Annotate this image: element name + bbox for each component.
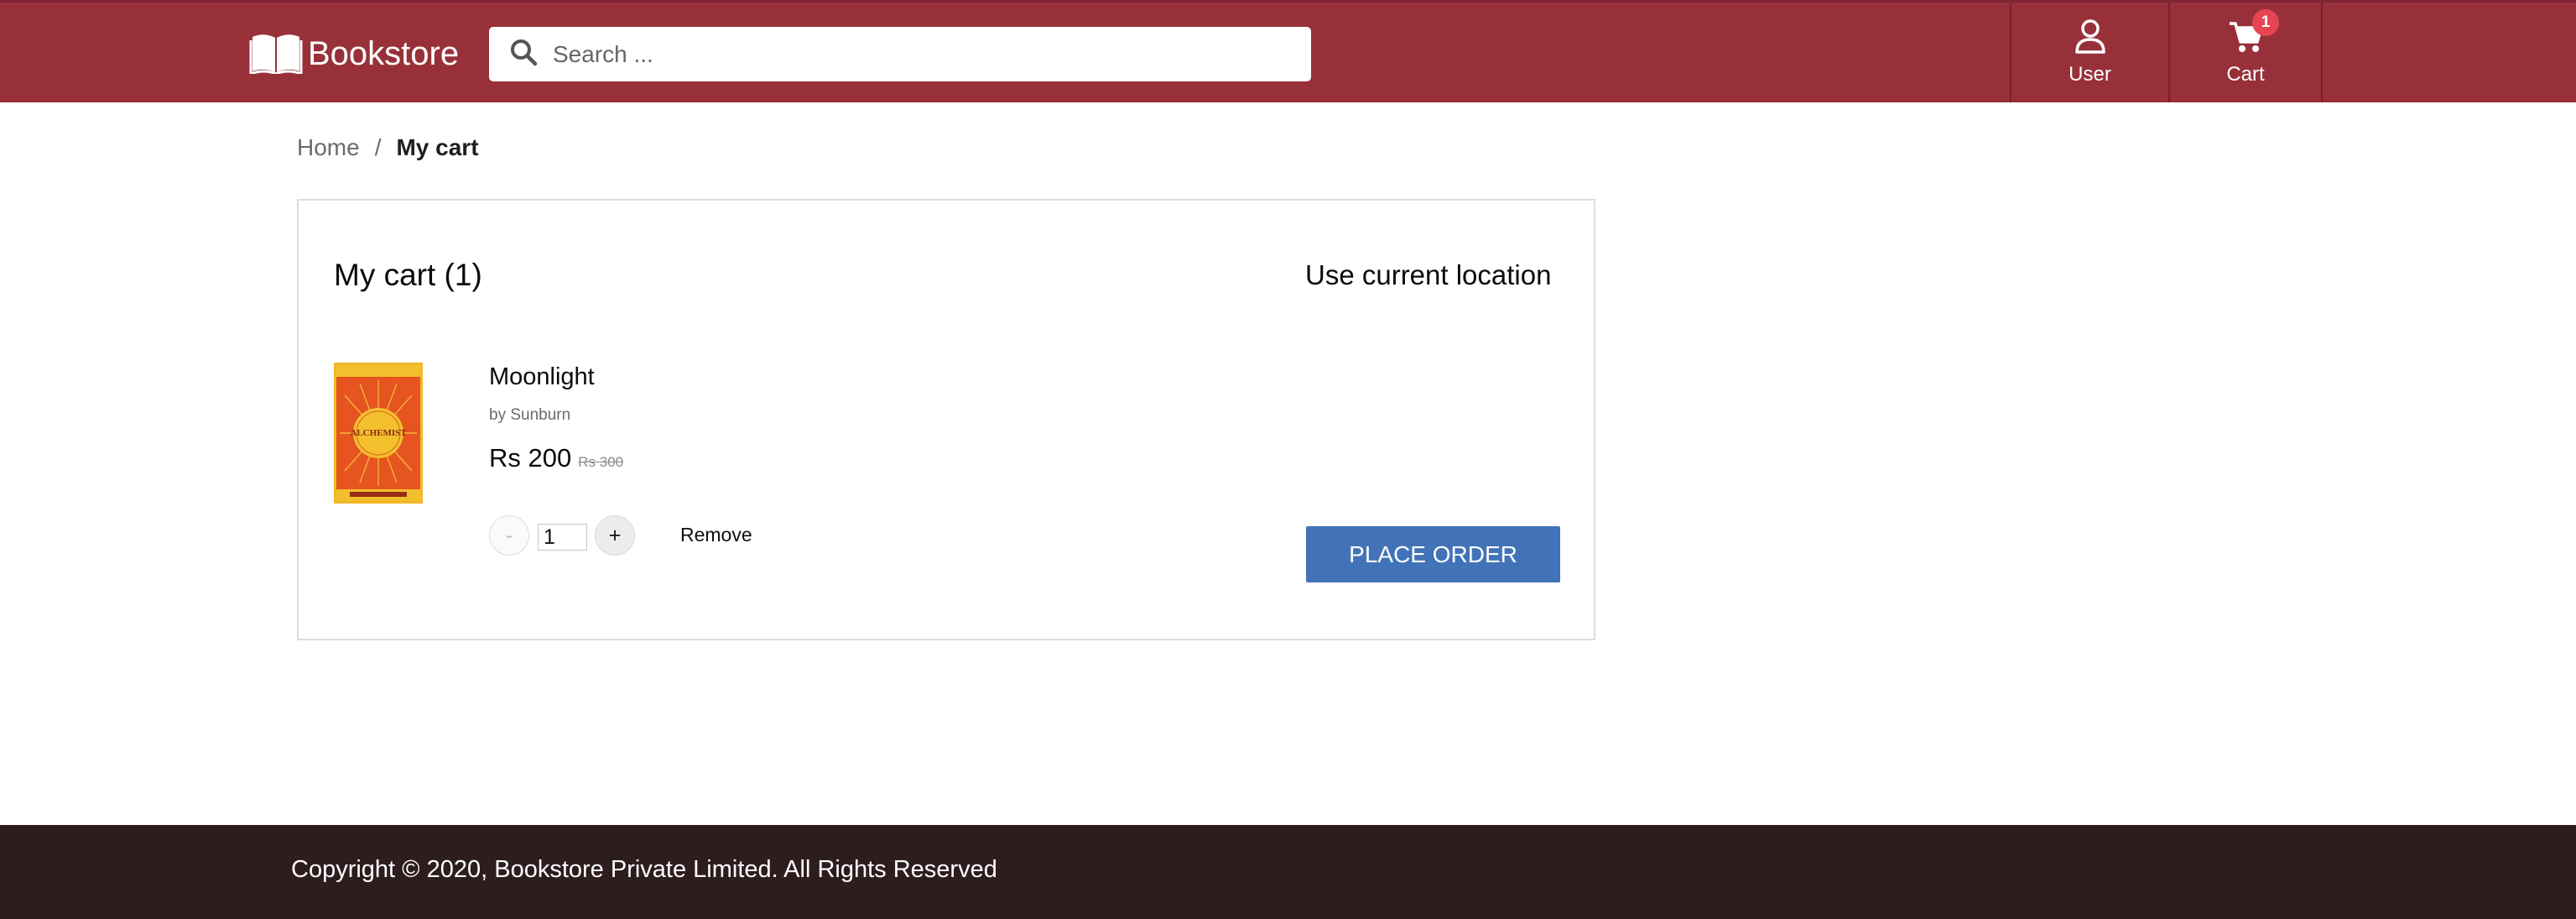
cart-panel: My cart (1) Use current location ALCHEMI…	[297, 199, 1595, 640]
quantity-input[interactable]	[538, 524, 587, 551]
footer: Copyright © 2020, Bookstore Private Limi…	[0, 825, 2576, 919]
search-input[interactable]	[551, 39, 1272, 69]
breadcrumb-current: My cart	[396, 134, 479, 160]
use-current-location-link[interactable]: Use current location	[1305, 259, 1551, 291]
increase-quantity-button[interactable]: +	[595, 515, 635, 556]
book-author: by Sunburn	[489, 406, 571, 424]
place-order-button[interactable]: PLACE ORDER	[1306, 526, 1560, 582]
book-cover-image: ALCHEMIST	[334, 363, 423, 504]
copyright-text: Copyright © 2020, Bookstore Private Limi…	[291, 856, 997, 883]
breadcrumb-separator: /	[374, 134, 382, 160]
bookstore-logo[interactable]: Bookstore	[249, 29, 459, 78]
cart-count-badge: 1	[2252, 9, 2279, 36]
user-icon	[2074, 18, 2107, 58]
user-menu-button[interactable]: User	[2010, 3, 2168, 102]
search-bar	[489, 27, 1311, 81]
decrease-quantity-button[interactable]: -	[489, 515, 529, 556]
remove-item-button[interactable]: Remove	[680, 524, 752, 546]
price-row: Rs 200 Rs 300	[489, 443, 623, 473]
original-price: Rs 300	[578, 454, 624, 470]
breadcrumb: Home / My cart	[297, 134, 479, 161]
top-header: Bookstore User Cart	[0, 0, 2576, 102]
current-price: Rs 200	[489, 443, 572, 473]
cart-title: My cart (1)	[334, 258, 482, 292]
book-icon	[249, 30, 303, 78]
book-cover-title: ALCHEMIST	[350, 428, 407, 438]
breadcrumb-home-link[interactable]: Home	[297, 134, 360, 161]
book-title[interactable]: Moonlight	[489, 363, 595, 391]
cart-button[interactable]: Cart 1	[2168, 3, 2323, 102]
logo-text: Bookstore	[308, 34, 460, 72]
cart-label: Cart	[2226, 63, 2265, 86]
user-label: User	[2069, 63, 2111, 86]
search-icon	[489, 38, 538, 70]
